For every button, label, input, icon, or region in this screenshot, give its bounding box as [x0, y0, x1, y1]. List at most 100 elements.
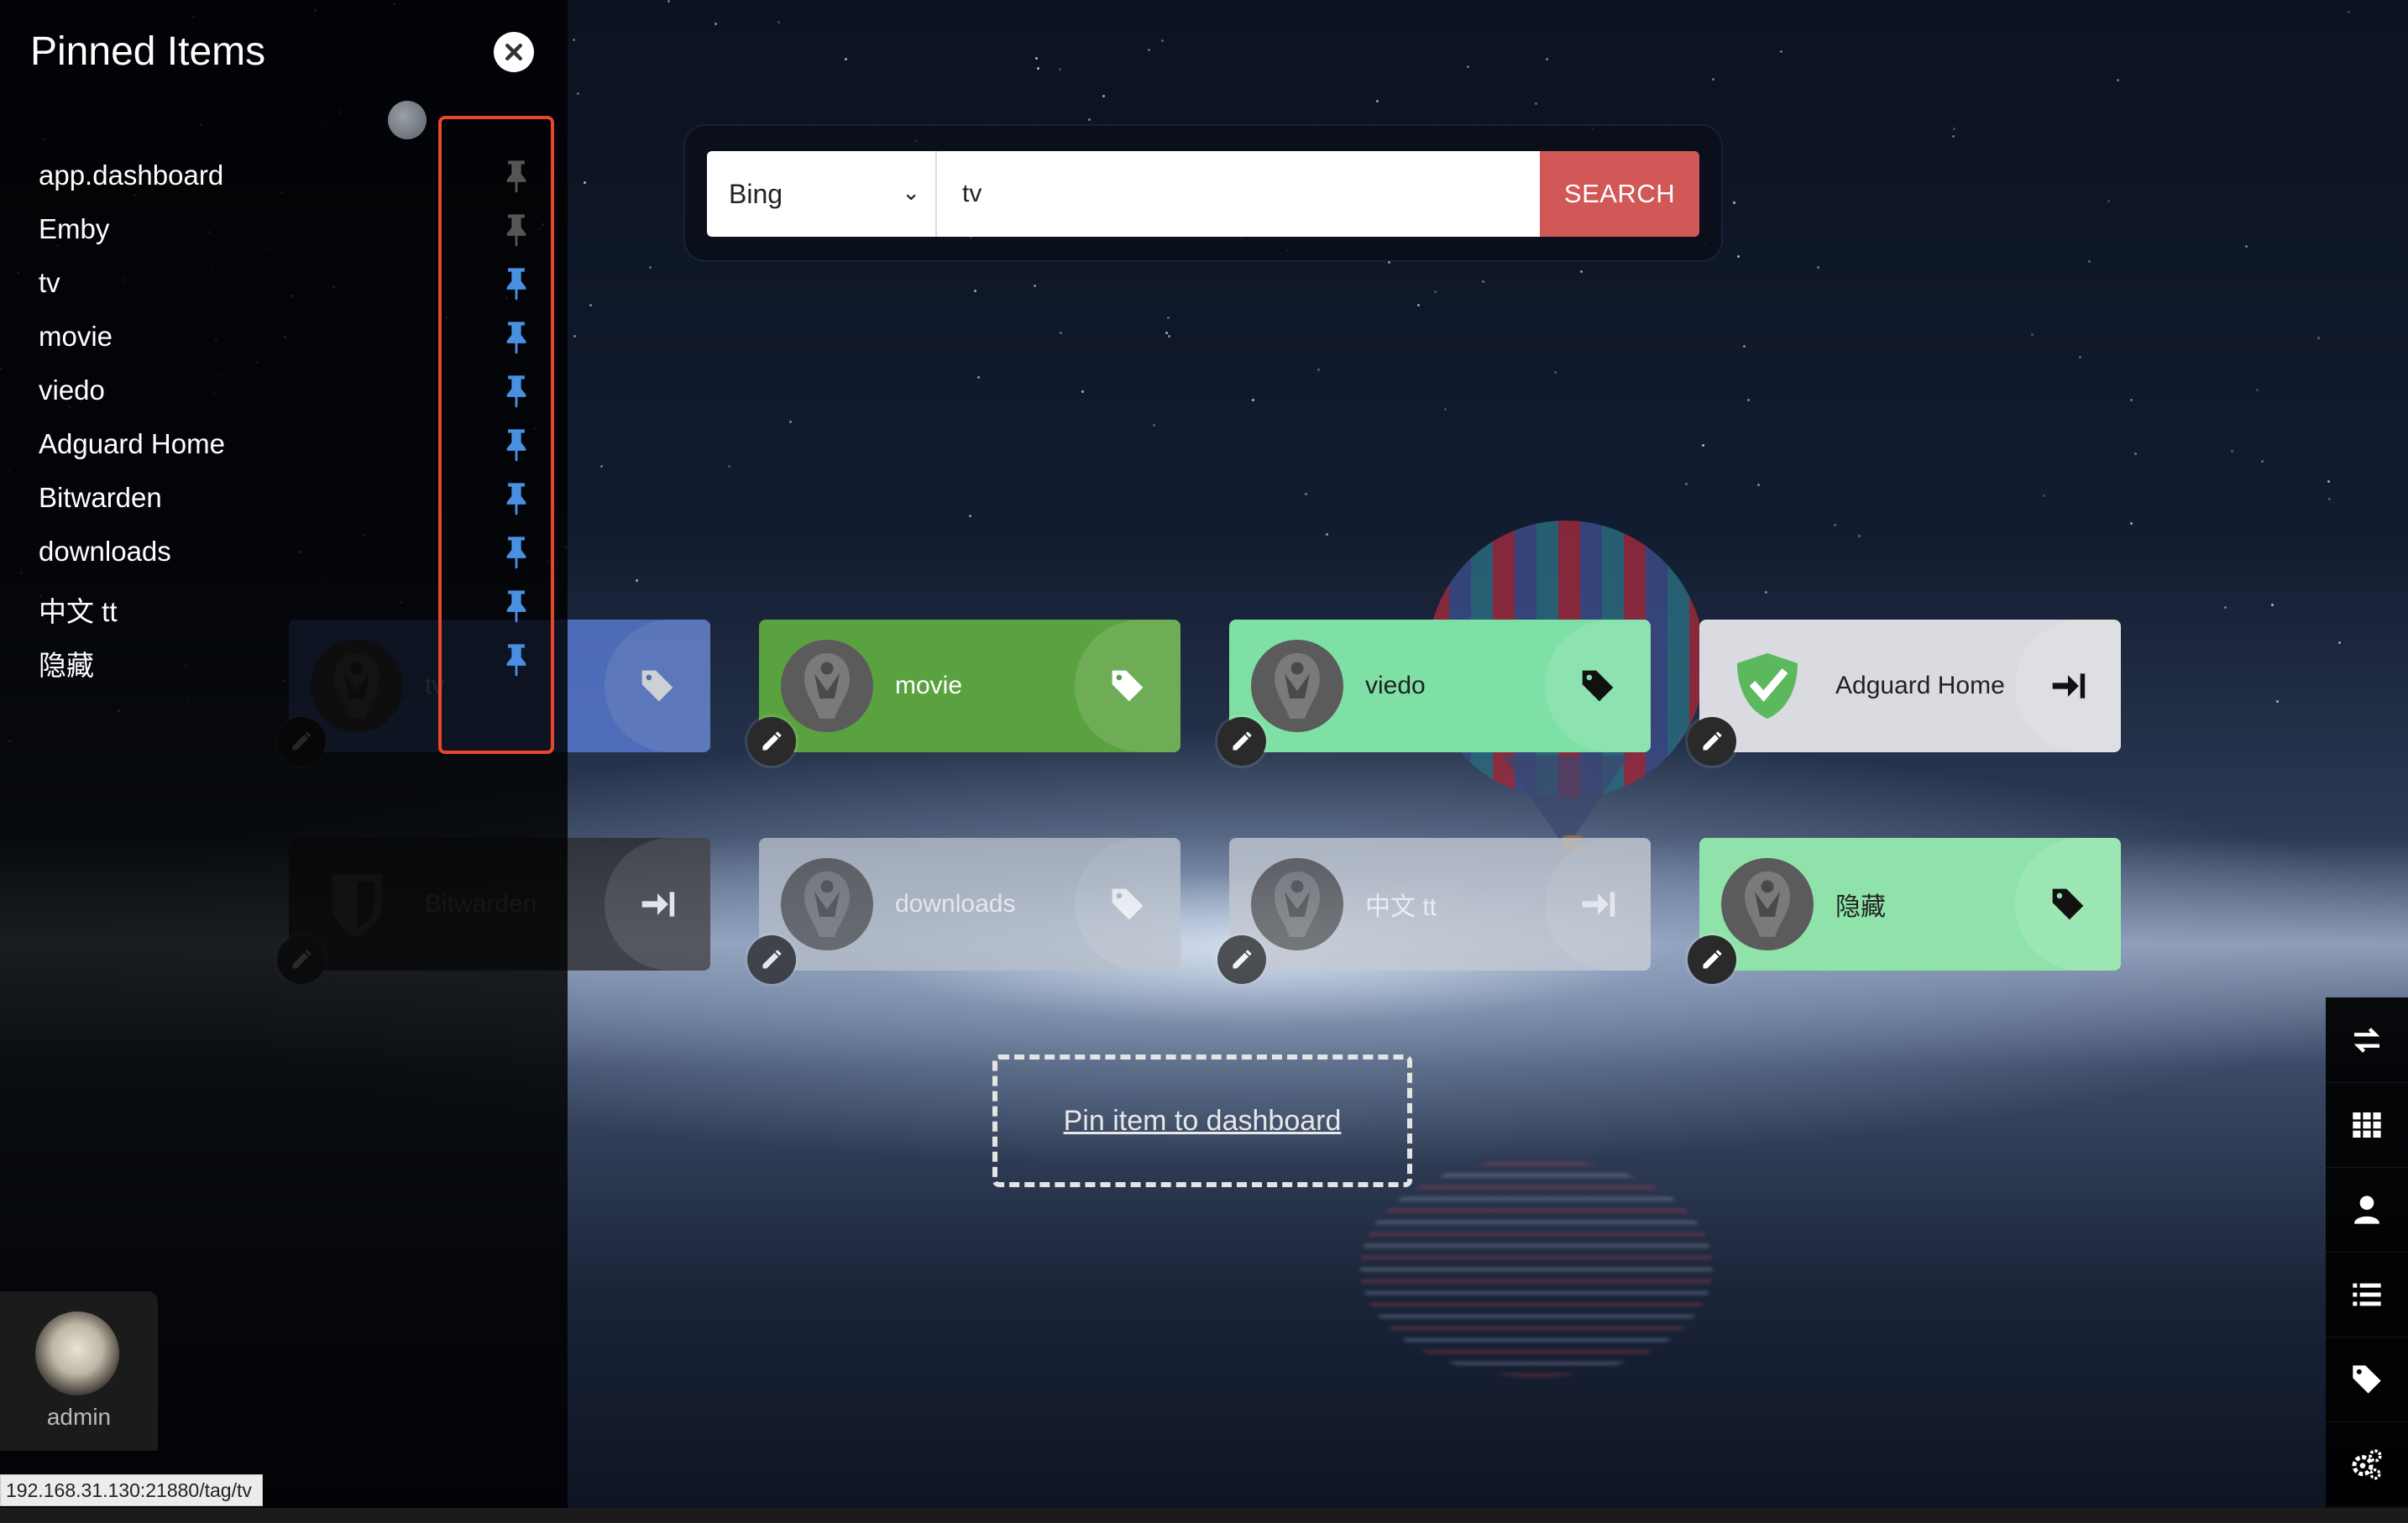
user-card[interactable]: admin	[0, 1291, 158, 1451]
pencil-icon[interactable]	[1688, 935, 1736, 984]
heimdall-logo-icon	[1251, 858, 1343, 950]
pencil-icon[interactable]	[1217, 935, 1266, 984]
star	[1153, 423, 1156, 427]
tag-icon[interactable]	[605, 620, 710, 752]
pinned-item-label: app.dashboard	[39, 160, 224, 191]
search-provider-select[interactable]: Bing ⌄	[707, 151, 937, 237]
tag-icon[interactable]	[1075, 620, 1180, 752]
search-input[interactable]: tv	[937, 151, 1540, 237]
app-tile[interactable]: viedo	[1217, 620, 1651, 766]
pinned-item-label: 隐藏	[39, 650, 94, 681]
tag-icon[interactable]	[1075, 838, 1180, 971]
star	[2116, 79, 2119, 82]
star	[2327, 479, 2330, 483]
star	[1482, 280, 1485, 283]
star	[1102, 94, 1106, 97]
pinned-item-label: downloads	[39, 536, 171, 567]
star	[1685, 483, 1688, 486]
star	[788, 420, 792, 423]
sidebar-title: Pinned Items	[30, 29, 266, 74]
close-icon[interactable]	[494, 32, 534, 72]
star	[576, 92, 579, 95]
star	[1161, 39, 1165, 42]
tile-name: downloads	[895, 890, 1016, 918]
pencil-icon[interactable]	[1217, 717, 1266, 766]
star	[2245, 245, 2248, 249]
star	[2230, 450, 2233, 453]
star	[1034, 56, 1038, 60]
star	[1443, 408, 1447, 411]
tile-name: Adguard Home	[1835, 672, 2005, 699]
star	[1711, 77, 1714, 81]
star	[2328, 497, 2332, 500]
star	[2348, 10, 2351, 13]
user-name: admin	[46, 1404, 112, 1430]
search-container: Bing ⌄ tv SEARCH	[685, 126, 1721, 260]
star	[715, 22, 718, 25]
star	[1952, 127, 1955, 130]
search-button[interactable]: SEARCH	[1540, 151, 1699, 237]
star	[2255, 388, 2259, 391]
star	[1733, 201, 1736, 205]
arrow-to-right-icon[interactable]	[605, 838, 710, 971]
pinned-item-label: Bitwarden	[39, 482, 162, 513]
star	[1467, 65, 1470, 68]
tile-name: 中文 tt	[1365, 893, 1437, 921]
swap-icon[interactable]	[2326, 997, 2408, 1083]
app-tile[interactable]: 中文 tt	[1217, 838, 1651, 984]
star	[2129, 399, 2133, 402]
star	[1148, 48, 1151, 51]
star	[1736, 255, 1740, 258]
tile-name: viedo	[1365, 672, 1426, 699]
app-tile[interactable]: 隐藏	[1688, 838, 2121, 984]
star	[1764, 591, 1767, 594]
app-tile[interactable]: downloads	[747, 838, 1180, 984]
star	[1553, 371, 1557, 374]
search-provider-value: Bing	[729, 178, 783, 209]
star	[2030, 333, 2034, 337]
star	[1579, 270, 1583, 273]
cogs-icon[interactable]	[2326, 1421, 2408, 1507]
pin-dropzone[interactable]: Pin item to dashboard	[992, 1055, 1412, 1187]
star	[1165, 331, 1169, 334]
star	[976, 375, 980, 379]
star	[1743, 344, 1746, 348]
heimdall-logo-icon	[1721, 858, 1814, 950]
pinned-item-label: Adguard Home	[39, 428, 225, 459]
star	[728, 464, 731, 468]
arrow-to-right-icon[interactable]	[1545, 838, 1651, 971]
tag-icon[interactable]	[2015, 838, 2121, 971]
taskbar	[0, 1508, 2408, 1523]
tag-icon[interactable]	[2326, 1337, 2408, 1422]
pin-item-link[interactable]: Pin item to dashboard	[1064, 1105, 1342, 1138]
app-tile[interactable]: movie	[747, 620, 1180, 766]
avatar[interactable]	[35, 1311, 119, 1395]
star	[1304, 493, 1307, 496]
star	[2107, 200, 2110, 203]
star	[1779, 50, 1782, 53]
user-icon[interactable]	[2326, 1167, 2408, 1253]
arrow-to-right-icon[interactable]	[2015, 620, 2121, 752]
app-tile[interactable]: Adguard Home	[1688, 620, 2121, 766]
star	[1166, 317, 1170, 320]
pencil-icon[interactable]	[1688, 717, 1736, 766]
pinned-item-label: viedo	[39, 374, 105, 406]
star	[2223, 606, 2227, 610]
tag-icon[interactable]	[1545, 620, 1651, 752]
pencil-icon[interactable]	[747, 935, 796, 984]
pinned-item-label: movie	[39, 321, 113, 352]
star	[1060, 332, 1063, 335]
pencil-icon[interactable]	[747, 717, 796, 766]
pinned-item-label: 中文 tt	[39, 596, 118, 627]
star	[973, 290, 976, 293]
star	[2316, 337, 2320, 340]
list-icon[interactable]	[2326, 1252, 2408, 1337]
star	[1252, 399, 1255, 402]
star	[2129, 521, 2133, 525]
star	[1746, 398, 1750, 401]
star	[2042, 494, 2045, 497]
pinned-item-label: tv	[39, 267, 60, 298]
star	[583, 181, 586, 185]
star	[1816, 265, 1819, 269]
grid-icon[interactable]	[2326, 1082, 2408, 1168]
